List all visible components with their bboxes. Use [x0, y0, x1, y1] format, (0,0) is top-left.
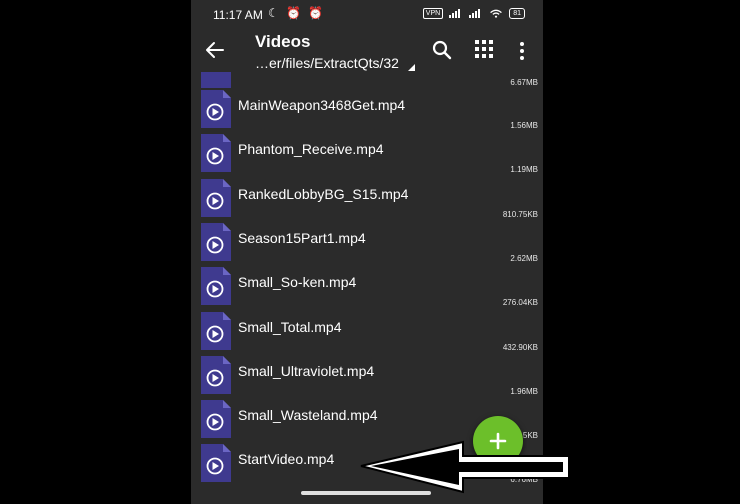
status-notification-icons: ☾ ⏰ ⏰: [268, 6, 326, 20]
file-name: Small_Ultraviolet.mp4: [238, 362, 375, 379]
phone-screen: 11:17 AM ☾ ⏰ ⏰ VPN 81 Videos …er/files/E…: [191, 0, 543, 504]
video-file-icon: [201, 72, 231, 88]
file-name: Small_Total.mp4: [238, 318, 342, 335]
list-item[interactable]: Small_So-ken.mp4 276.04KB: [191, 265, 543, 309]
file-name: Small_Wasteland.mp4: [238, 407, 378, 424]
file-name: Small_So-ken.mp4: [238, 274, 357, 291]
file-name: Season15Part1.mp4: [238, 229, 366, 246]
path-breadcrumb[interactable]: …er/files/ExtractQts/32: [255, 55, 399, 71]
status-system-icons: VPN 81: [422, 8, 525, 19]
file-size: 810.75KB: [502, 209, 538, 219]
app-bar: Videos …er/files/ExtractQts/32: [191, 30, 543, 76]
video-file-icon: [201, 400, 231, 439]
list-item[interactable]: Small_Total.mp4 432.90KB: [191, 310, 543, 354]
signal-icon: [449, 9, 461, 18]
path-dropdown-icon[interactable]: [408, 64, 415, 71]
file-name: RankedLobbyBG_S15.mp4: [238, 185, 409, 202]
list-item[interactable]: RankedLobbyBG_S15.mp4 810.75KB: [191, 177, 543, 221]
signal-icon-2: [469, 9, 481, 18]
file-size: 1.56MB: [510, 121, 538, 130]
pointer-arrow-annotation: [360, 440, 570, 494]
file-size: 1.19MB: [510, 165, 538, 175]
list-item[interactable]: MainWeapon3468Get.mp4 1.56MB: [191, 88, 543, 132]
list-item[interactable]: Phantom_Receive.mp4 1.19MB: [191, 132, 543, 176]
battery-icon: 81: [509, 8, 525, 19]
video-file-icon: [201, 134, 231, 173]
file-size: 5KB: [522, 431, 538, 441]
wifi-icon: [490, 9, 503, 18]
page-title: Videos: [255, 32, 311, 51]
grid-view-icon[interactable]: [475, 40, 493, 58]
file-size: 2.62MB: [510, 253, 538, 263]
video-file-icon: [201, 178, 231, 217]
file-name: MainWeapon3468Get.mp4: [238, 97, 406, 113]
video-file-icon: [201, 90, 231, 128]
search-icon[interactable]: [431, 39, 453, 61]
file-size: 6.67MB: [510, 78, 538, 87]
file-name: Phantom_Receive.mp4: [238, 141, 384, 158]
video-file-icon: [201, 267, 231, 306]
file-size: 1.96MB: [510, 386, 538, 396]
status-time: 11:17 AM: [213, 8, 263, 22]
status-bar: 11:17 AM ☾ ⏰ ⏰ VPN 81: [191, 0, 543, 30]
more-vertical-icon[interactable]: [516, 40, 528, 62]
file-size: 432.90KB: [502, 342, 538, 352]
video-file-icon: [201, 355, 231, 394]
video-file-icon: [201, 444, 231, 483]
file-name: StartVideo.mp4: [238, 451, 335, 468]
video-file-icon: [201, 222, 231, 261]
video-file-icon: [201, 311, 231, 350]
arrow-left-icon[interactable]: [203, 38, 227, 62]
list-item[interactable]: Season15Part1.mp4 2.62MB: [191, 221, 543, 265]
vpn-icon: VPN: [422, 8, 444, 19]
file-size: 276.04KB: [502, 298, 538, 308]
list-item[interactable]: Small_Ultraviolet.mp4 1.96MB: [191, 354, 543, 398]
